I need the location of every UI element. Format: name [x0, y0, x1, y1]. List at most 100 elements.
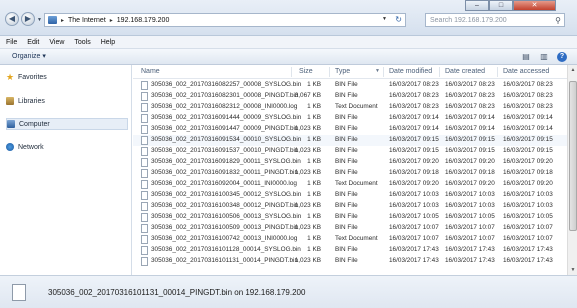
column-header-name[interactable]: Name: [141, 68, 160, 75]
details-pane: 305036_002_20170316101131_00014_PINGDT.b…: [0, 275, 577, 308]
file-size: 1 KB: [307, 235, 321, 242]
column-filter-dropdown-icon[interactable]: ▼: [375, 68, 380, 74]
recent-pages-dropdown[interactable]: ▼: [37, 17, 42, 23]
view-options-icon[interactable]: ▤: [521, 52, 531, 62]
close-button[interactable]: ✕: [513, 0, 556, 11]
file-row[interactable]: 305036_002_20170316101128_00014_SYSLOG.b…: [133, 245, 567, 256]
nav-item-computer[interactable]: Computer: [6, 118, 128, 130]
column-divider[interactable]: [291, 67, 292, 77]
menu-edit[interactable]: Edit: [27, 39, 39, 46]
file-icon: [141, 169, 148, 178]
file-date-created: 16/03/2017 09:20: [445, 180, 495, 187]
menu-file[interactable]: File: [6, 39, 17, 46]
file-date-modified: 16/03/2017 09:14: [389, 125, 439, 132]
file-icon: [141, 191, 148, 200]
file-row[interactable]: 305036_002_20170316091829_00011_SYSLOG.b…: [133, 157, 567, 168]
organize-button[interactable]: Organize ▾: [12, 52, 46, 60]
file-date-modified: 16/03/2017 10:07: [389, 235, 439, 242]
refresh-icon[interactable]: ↻: [395, 15, 402, 24]
column-divider[interactable]: [383, 67, 384, 77]
selected-file-icon: [12, 284, 26, 301]
breadcrumb-internet[interactable]: The Internet: [68, 17, 106, 24]
file-row[interactable]: 305036_002_20170316082301_00008_PINGDT.b…: [133, 91, 567, 102]
file-name: 305036_002_20170316092004_00011_INI0000.…: [151, 180, 297, 187]
file-date-created: 16/03/2017 08:23: [445, 92, 495, 99]
file-date-created: 16/03/2017 17:43: [445, 257, 495, 264]
scroll-down-arrow-icon[interactable]: ▼: [569, 266, 577, 274]
column-header-type[interactable]: Type: [335, 68, 350, 75]
file-row[interactable]: 305036_002_20170316091447_00009_PINGDT.b…: [133, 124, 567, 135]
vertical-scrollbar[interactable]: ▲ ▼: [567, 65, 577, 275]
help-icon[interactable]: ?: [557, 52, 567, 62]
file-row[interactable]: 305036_002_20170316091534_00010_SYSLOG.b…: [133, 135, 567, 146]
file-row[interactable]: 305036_002_20170316100345_00012_SYSLOG.b…: [133, 190, 567, 201]
breadcrumb-separator-icon[interactable]: ▸: [110, 17, 113, 24]
back-button[interactable]: ◀: [5, 12, 19, 26]
file-row[interactable]: 305036_002_20170316091537_00010_PINGDT.b…: [133, 146, 567, 157]
file-row[interactable]: 305036_002_20170316101131_00014_PINGDT.b…: [133, 256, 567, 267]
file-date-accessed: 16/03/2017 08:23: [503, 92, 553, 99]
file-date-modified: 16/03/2017 09:15: [389, 136, 439, 143]
forward-button[interactable]: ▶: [21, 12, 35, 26]
file-date-created: 16/03/2017 08:23: [445, 81, 495, 88]
column-header-size[interactable]: Size: [299, 68, 313, 75]
file-size: 1 KB: [307, 180, 321, 187]
file-size: 1 KB: [307, 213, 321, 220]
column-divider[interactable]: [497, 67, 498, 77]
window-controls: – □ ✕: [465, 0, 577, 11]
file-name: 305036_002_20170316101131_00014_PINGDT.b…: [151, 257, 298, 264]
file-row[interactable]: 305036_002_20170316091832_00011_PINGDT.b…: [133, 168, 567, 179]
file-icon: [141, 257, 148, 266]
nav-item-libraries[interactable]: Libraries: [6, 95, 128, 107]
file-row[interactable]: 305036_002_20170316100506_00013_SYSLOG.b…: [133, 212, 567, 223]
file-row[interactable]: 305036_002_20170316082312_00008_INI0000.…: [133, 102, 567, 113]
file-type: Text Document: [335, 180, 378, 187]
column-header-date-modified[interactable]: Date modified: [389, 68, 432, 75]
file-date-modified: 16/03/2017 10:03: [389, 202, 439, 209]
file-icon: [141, 224, 148, 233]
column-header-date-accessed[interactable]: Date accessed: [503, 68, 549, 75]
file-date-created: 16/03/2017 10:03: [445, 202, 495, 209]
minimize-button[interactable]: –: [465, 0, 489, 11]
file-row[interactable]: 305036_002_20170316082257_00008_SYSLOG.b…: [133, 80, 567, 91]
file-size: 3,067 KB: [294, 92, 321, 99]
file-row[interactable]: 305036_002_20170316100348_00012_PINGDT.b…: [133, 201, 567, 212]
file-type: BIN File: [335, 246, 358, 253]
scroll-up-arrow-icon[interactable]: ▲: [569, 66, 577, 74]
file-date-modified: 16/03/2017 17:43: [389, 257, 439, 264]
file-date-modified: 16/03/2017 10:07: [389, 224, 439, 231]
file-date-accessed: 16/03/2017 17:43: [503, 246, 553, 253]
file-date-modified: 16/03/2017 10:05: [389, 213, 439, 220]
file-date-accessed: 16/03/2017 09:20: [503, 158, 553, 165]
breadcrumb-host[interactable]: 192.168.179.200: [117, 17, 170, 24]
nav-item-favorites[interactable]: ★ Favorites: [6, 71, 128, 83]
file-size: 1 KB: [307, 158, 321, 165]
file-date-created: 16/03/2017 10:03: [445, 191, 495, 198]
search-icon[interactable]: ⚲: [552, 16, 564, 25]
preview-pane-icon[interactable]: ▥: [539, 52, 549, 62]
search-input[interactable]: Search 192.168.179.200 ⚲: [425, 13, 565, 27]
menu-tools[interactable]: Tools: [74, 39, 90, 46]
scrollbar-thumb[interactable]: [569, 81, 577, 231]
menu-view[interactable]: View: [49, 39, 64, 46]
column-divider[interactable]: [329, 67, 330, 77]
file-size: 1 KB: [307, 191, 321, 198]
file-type: BIN File: [335, 158, 358, 165]
menu-help[interactable]: Help: [101, 39, 115, 46]
breadcrumb-separator-icon[interactable]: ▸: [61, 17, 64, 24]
file-date-created: 16/03/2017 09:18: [445, 169, 495, 176]
file-icon: [141, 103, 148, 112]
file-date-created: 16/03/2017 09:15: [445, 147, 495, 154]
file-row[interactable]: 305036_002_20170316100509_00013_PINGDT.b…: [133, 223, 567, 234]
file-date-created: 16/03/2017 09:20: [445, 158, 495, 165]
file-row[interactable]: 305036_002_20170316092004_00011_INI0000.…: [133, 179, 567, 190]
address-bar[interactable]: ▸ The Internet ▸ 192.168.179.200 ▼ ↻: [44, 13, 406, 27]
column-divider[interactable]: [439, 67, 440, 77]
file-row[interactable]: 305036_002_20170316091444_00009_SYSLOG.b…: [133, 113, 567, 124]
address-dropdown-icon[interactable]: ▼: [382, 16, 387, 22]
file-row[interactable]: 305036_002_20170316100742_00013_INI0000.…: [133, 234, 567, 245]
nav-item-network[interactable]: Network: [6, 141, 128, 153]
column-header-date-created[interactable]: Date created: [445, 68, 485, 75]
maximize-button[interactable]: □: [489, 0, 513, 11]
file-date-modified: 16/03/2017 17:43: [389, 246, 439, 253]
